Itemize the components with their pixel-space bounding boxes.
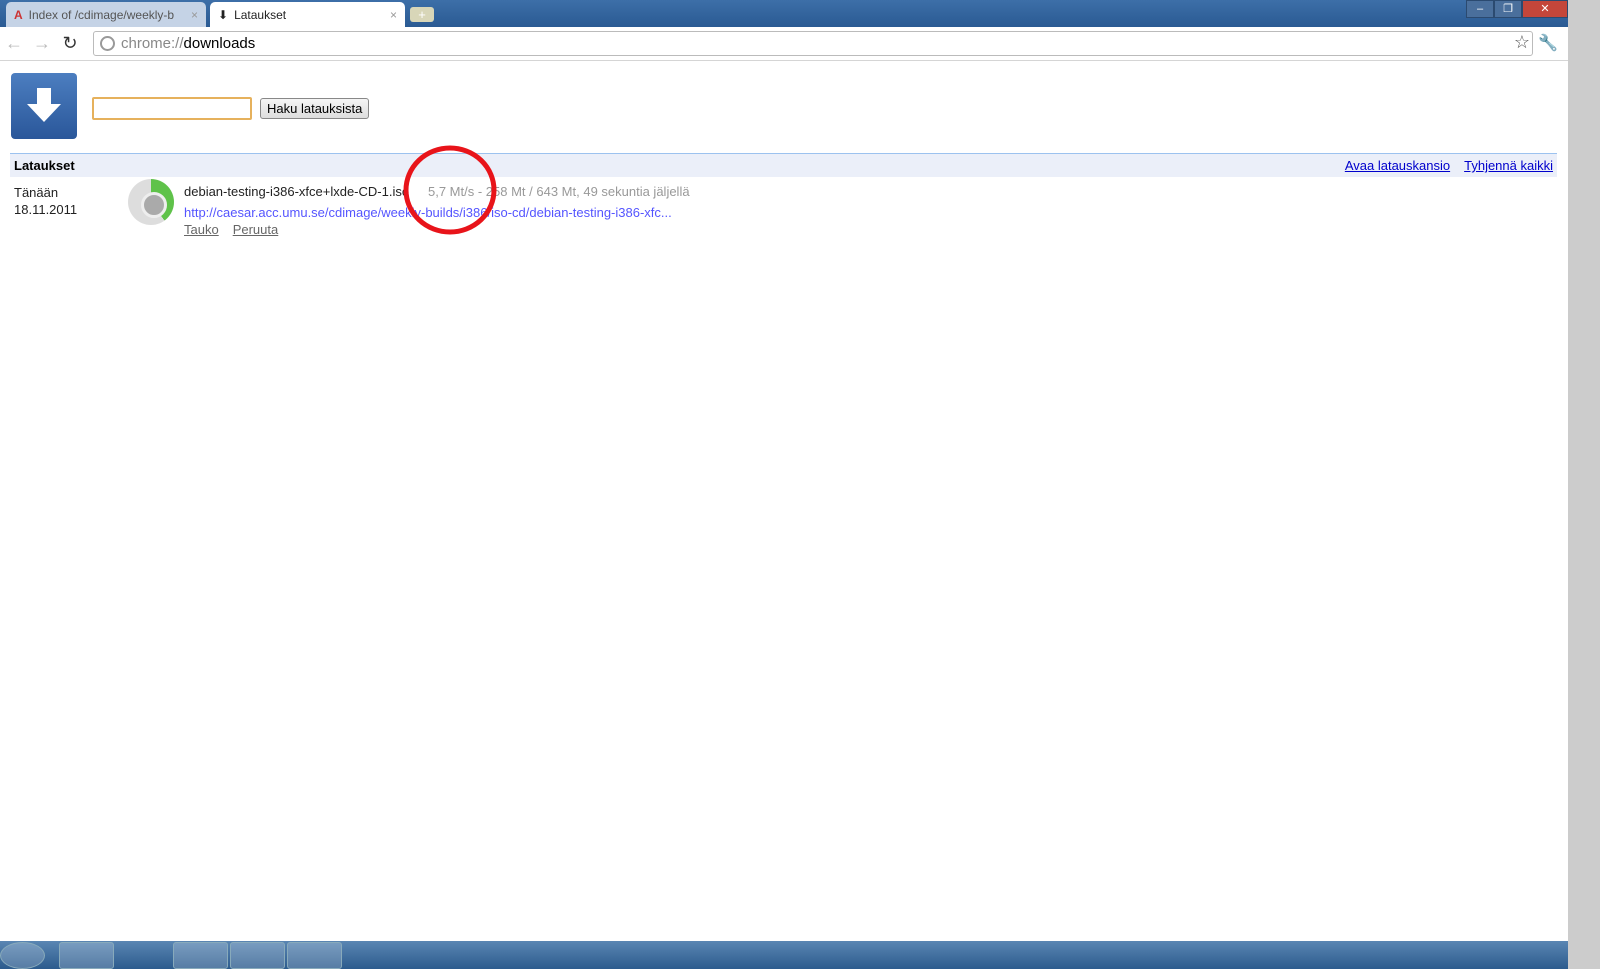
taskbar-app-button[interactable]	[173, 942, 228, 969]
date-label: 18.11.2011	[14, 202, 78, 217]
url-path: downloads	[183, 35, 256, 52]
app-favicon-icon: A	[14, 7, 23, 22]
back-button[interactable]: ←	[0, 33, 28, 54]
minimize-button[interactable]: –	[1466, 0, 1494, 18]
maximize-button[interactable]: ❐	[1494, 0, 1522, 18]
download-arrow-icon: ⬇	[218, 7, 229, 22]
address-bar[interactable]: chrome://downloads	[93, 31, 1533, 56]
taskbar	[0, 941, 1568, 969]
download-progress-icon	[128, 179, 174, 225]
taskbar-chrome-button[interactable]	[230, 942, 285, 969]
title-bar: A Index of /cdimage/weekly-b × ⬇ Lataukset ×…	[0, 0, 1568, 27]
tab-index[interactable]: A Index of /cdimage/weekly-b ×	[6, 2, 206, 27]
red-circle-annotation	[403, 145, 497, 235]
downloads-header: Lataukset Avaa latauskansio Tyhjennä kai…	[10, 153, 1557, 177]
globe-icon	[100, 36, 115, 51]
tab-downloads[interactable]: ⬇ Lataukset ×	[210, 2, 405, 27]
tab-label: Lataukset	[234, 7, 287, 22]
download-date: Tänään 18.11.2011	[14, 184, 77, 218]
close-tab-icon[interactable]: ×	[390, 8, 397, 22]
forward-button[interactable]: →	[28, 33, 56, 54]
reload-button[interactable]: ↻	[56, 33, 84, 54]
clear-all-link[interactable]: Tyhjennä kaikki	[1464, 158, 1553, 173]
bookmark-star-icon[interactable]: ☆	[1514, 32, 1530, 53]
taskbar-explorer-button[interactable]	[59, 942, 114, 969]
start-button[interactable]	[0, 942, 45, 969]
toolbar: ← → ↻ chrome://downloads ☆ 🔧	[0, 27, 1568, 61]
search-downloads-button[interactable]: Haku latauksista	[260, 98, 370, 119]
taskbar-app-button[interactable]	[287, 942, 342, 969]
cancel-link[interactable]: Peruuta	[233, 222, 279, 237]
day-label: Tänään	[14, 185, 59, 200]
close-tab-icon[interactable]: ×	[191, 8, 198, 22]
screen-edge	[1568, 0, 1600, 969]
wrench-menu-icon[interactable]: 🔧	[1538, 33, 1558, 53]
downloads-logo-icon	[11, 73, 77, 139]
tab-label: Index of /cdimage/weekly-b	[28, 7, 175, 22]
search-input[interactable]	[92, 97, 252, 120]
url-scheme: chrome://	[121, 35, 184, 52]
download-filename[interactable]: debian-testing-i386-xfce+lxde-CD-1.iso	[184, 184, 409, 199]
open-downloads-folder-link[interactable]: Avaa latauskansio	[1345, 158, 1450, 173]
close-window-button[interactable]: ✕	[1522, 0, 1568, 18]
section-title: Lataukset	[14, 158, 75, 173]
new-tab-button[interactable]: +	[410, 7, 434, 22]
pause-link[interactable]: Tauko	[184, 222, 219, 237]
